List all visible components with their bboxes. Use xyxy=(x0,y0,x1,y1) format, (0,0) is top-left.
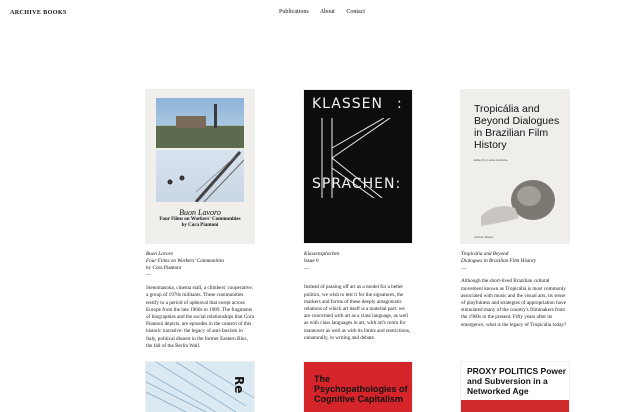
book-author: by Cora Piantoni xyxy=(146,264,182,271)
cover-title: Tropicália and Beyond Dialogues in Brazi… xyxy=(474,103,560,151)
book-description: Although the short-lived Brazilian cultu… xyxy=(461,278,567,328)
divider: — xyxy=(461,265,467,272)
book-card-partial[interactable]: The Psychopathologies of Cognitive Capit… xyxy=(304,362,412,412)
divider: — xyxy=(146,272,152,279)
book-cover[interactable]: Re xyxy=(146,362,254,412)
book-description: Stenomasona, cinema stall, a climbers' c… xyxy=(146,285,254,349)
nav-publications[interactable]: Publications xyxy=(279,9,309,15)
divider: — xyxy=(304,265,310,272)
book-description: Instead of passing off art as a model fo… xyxy=(304,284,411,341)
book-cover[interactable]: KLASSEN : SPRACHEN: xyxy=(304,90,412,243)
book-title[interactable]: Klassensprachen xyxy=(304,251,412,258)
nav-contact[interactable]: Contact xyxy=(346,9,365,15)
cover-color-band xyxy=(461,400,569,412)
book-card-partial[interactable]: Re xyxy=(146,362,254,412)
book-cover[interactable]: PROXY POLITICS Power and Subversion in a… xyxy=(461,362,569,412)
book-meta: Tropicália and Beyond Dialogues in Brazi… xyxy=(461,251,569,272)
book-cover[interactable]: Tropicália and Beyond Dialogues in Brazi… xyxy=(461,90,569,243)
book-subtitle[interactable]: Dialogues in Brazilian Film History xyxy=(461,258,569,265)
cover-photo xyxy=(156,150,245,203)
cover-script-title: Buon Lavoro xyxy=(179,208,221,217)
nav-about[interactable]: About xyxy=(320,9,335,15)
book-card-klassensprachen[interactable]: KLASSEN : SPRACHEN: Klassensprachen Issu… xyxy=(304,90,412,342)
book-card-partial[interactable]: PROXY POLITICS Power and Subversion in a… xyxy=(461,362,569,412)
cover-title: The Psychopathologies of Cognitive Capit… xyxy=(314,374,408,404)
cover-subtitle: Four Films on Workers' Communities by Co… xyxy=(146,217,254,229)
cover-editor: Edited by Lucas Helmcke xyxy=(474,158,508,162)
book-issue: Issue 0 xyxy=(304,257,319,264)
book-cover[interactable]: Buon Lavoro Four Films on Workers' Commu… xyxy=(146,90,254,243)
main-nav: Publications About Contact xyxy=(279,9,375,15)
cover-colon: : xyxy=(397,96,403,112)
book-subtitle[interactable]: Four Films on Workers' Communities xyxy=(146,258,254,265)
book-title[interactable]: Tropicália and Beyond xyxy=(461,251,569,258)
cover-photo xyxy=(156,98,244,148)
cover-title-line2: SPRACHEN: xyxy=(312,176,402,192)
cover-title: Re xyxy=(232,376,246,394)
cover-author: by Cora Piantoni xyxy=(181,223,219,228)
book-cover[interactable]: The Psychopathologies of Cognitive Capit… xyxy=(304,362,412,412)
cover-title: PROXY POLITICS Power and Subversion in a… xyxy=(467,366,567,396)
book-card-tropicalia[interactable]: Tropicália and Beyond Dialogues in Brazi… xyxy=(461,90,569,329)
cover-publisher: Archive Books xyxy=(474,235,494,239)
book-meta: Buon Lavoro Four Films on Workers' Commu… xyxy=(146,251,254,279)
book-title[interactable]: Buon Lavoro xyxy=(146,251,254,258)
cover-image xyxy=(481,180,555,226)
cover-title-line1: KLASSEN xyxy=(312,96,383,112)
cover-subtitle-text: Four Films on Workers' Communities xyxy=(159,217,241,222)
site-logo[interactable]: ARCHIVE BOOKS xyxy=(10,9,67,16)
book-meta: Klassensprachen Issue 0 — xyxy=(304,251,412,272)
book-card-buon-lavoro[interactable]: Buon Lavoro Four Films on Workers' Commu… xyxy=(146,90,254,350)
